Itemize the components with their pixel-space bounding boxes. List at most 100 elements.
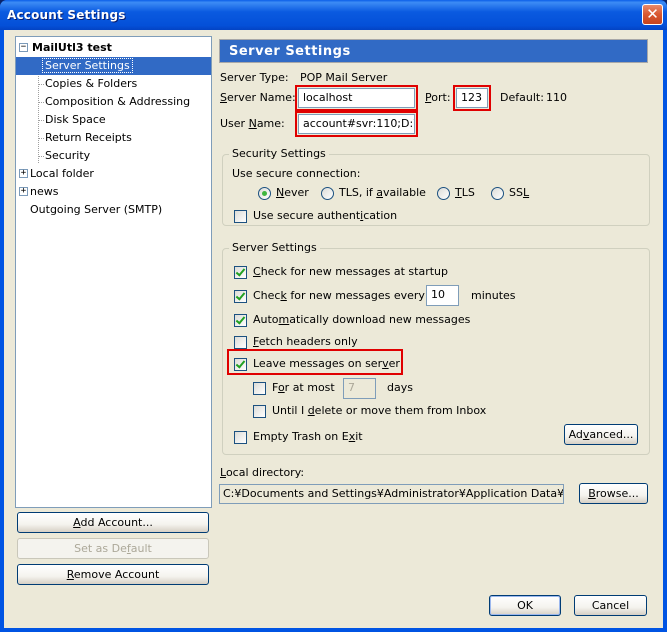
for-at-most-label[interactable]: For at most	[272, 381, 335, 394]
label-text: cation	[363, 209, 398, 222]
label-mnemonic: d	[307, 404, 315, 417]
until-delete-label[interactable]: Until I delete or move them from Inbox	[272, 404, 486, 417]
btn-text: ault	[130, 542, 152, 555]
tree-item-local-folder[interactable]: + Local folder	[18, 165, 96, 183]
user-name-input[interactable]: account#svr:110;D:¥Co	[298, 114, 415, 134]
radio-never[interactable]	[258, 187, 271, 200]
label-text: ort:	[431, 91, 451, 104]
tree-item-label: Disk Space	[45, 113, 106, 126]
btn-text: Ad	[568, 428, 583, 441]
empty-trash-label[interactable]: Empty Trash on Exit	[253, 430, 363, 443]
label-mnemonic: C	[253, 265, 261, 278]
btn-text: anced...	[589, 428, 634, 441]
label-text: ever	[284, 186, 309, 199]
server-name-label: Server Name:	[220, 91, 296, 104]
for-at-most-checkbox[interactable]	[253, 382, 266, 395]
check-every-checkbox[interactable]	[234, 290, 247, 303]
auto-download-checkbox[interactable]	[234, 314, 247, 327]
expand-icon[interactable]: +	[19, 187, 28, 196]
tree-item-label: Local folder	[30, 167, 94, 180]
radio-tls-if-available[interactable]	[321, 187, 334, 200]
btn-text: Set as De	[74, 542, 127, 555]
expand-icon[interactable]: +	[19, 169, 28, 178]
until-delete-checkbox[interactable]	[253, 405, 266, 418]
advanced-button[interactable]: Advanced...	[564, 424, 638, 445]
account-tree[interactable]: − MailUtl3 test Server Settings Copies &…	[15, 36, 212, 508]
check-every-label[interactable]: Check for new messages every	[253, 289, 425, 302]
title-bar[interactable]: Account Settings ✕	[0, 0, 667, 30]
label-text: LS	[461, 186, 475, 199]
label-mnemonic: N	[248, 117, 257, 130]
set-as-default-button[interactable]: Set as Default	[17, 538, 209, 559]
days-input[interactable]: 7	[343, 378, 376, 399]
label-text: Leave messages on ser	[253, 357, 383, 370]
remove-account-button[interactable]: Remove Account	[17, 564, 209, 585]
label-text: Until I	[272, 404, 308, 417]
dialog-client: − MailUtl3 test Server Settings Copies &…	[4, 30, 663, 628]
label-mnemonic: m	[278, 313, 290, 326]
local-directory-label: Local directory:	[220, 466, 304, 479]
check-startup-checkbox[interactable]	[234, 266, 247, 279]
server-type-value: POP Mail Server	[300, 71, 388, 84]
tree-item-server-settings[interactable]: Server Settings	[16, 57, 211, 75]
leave-on-server-label[interactable]: Leave messages on server	[253, 357, 400, 370]
collapse-icon[interactable]: −	[19, 43, 28, 52]
btn-mnemonic: B	[588, 487, 596, 500]
check-interval-input[interactable]: 10	[426, 285, 459, 306]
label-text: vailable	[383, 186, 426, 199]
radio-ssl[interactable]	[491, 187, 504, 200]
add-account-button[interactable]: Add Account...	[17, 512, 209, 533]
server-type-label: Server Type:	[220, 71, 289, 84]
auto-download-label[interactable]: Automatically download new messages	[253, 313, 470, 326]
cancel-button[interactable]: Cancel	[574, 595, 647, 616]
tree-item-label: Security	[45, 149, 91, 162]
local-directory-input[interactable]: C:¥Documents and Settings¥Administrator¥…	[219, 484, 564, 504]
tree-item-label: Server Settings	[42, 58, 133, 73]
label-text: Use secure authent	[253, 209, 361, 222]
tree-item-news[interactable]: + news	[18, 183, 60, 201]
radio-tls-label[interactable]: TLS	[455, 186, 475, 199]
days-label: days	[387, 381, 413, 394]
check-startup-label[interactable]: Check for new messages at startup	[253, 265, 448, 278]
secure-auth-label[interactable]: Use secure authentication	[253, 209, 397, 222]
fetch-headers-label[interactable]: Fetch headers only	[253, 335, 358, 348]
btn-text: emove Account	[73, 568, 160, 581]
label-text: User	[220, 117, 249, 130]
tree-item-outgoing-server[interactable]: Outgoing Server (SMTP)	[28, 201, 164, 219]
account-settings-window: Account Settings ✕ − MailUtl3 test Serve…	[0, 0, 667, 632]
empty-trash-checkbox[interactable]	[234, 431, 247, 444]
tree-item-composition[interactable]: Composition & Addressing	[43, 93, 192, 111]
label-text: Chec	[253, 289, 281, 302]
ok-button[interactable]: OK	[489, 595, 561, 616]
port-input[interactable]: 123	[456, 88, 488, 108]
tree-item-account[interactable]: − MailUtl3 test	[18, 39, 114, 57]
security-settings-title: Security Settings	[229, 147, 329, 160]
label-mnemonic: o	[277, 381, 285, 394]
tree-item-return-receipts[interactable]: Return Receipts	[43, 129, 134, 147]
browse-button[interactable]: Browse...	[579, 483, 648, 504]
label-text: er	[388, 357, 400, 370]
tree-item-copies-folders[interactable]: Copies & Folders	[43, 75, 139, 93]
label-text: Empty Trash on E	[253, 430, 349, 443]
radio-never-label[interactable]: Never	[276, 186, 309, 199]
leave-on-server-checkbox[interactable]	[234, 358, 247, 371]
panel-title: Server Settings	[229, 44, 351, 59]
secure-auth-checkbox[interactable]	[234, 210, 247, 223]
radio-ssl-label[interactable]: SSL	[509, 186, 529, 199]
radio-tls-if-available-label[interactable]: TLS, if available	[339, 186, 426, 199]
label-text: atically download new messages	[289, 313, 471, 326]
tree-item-security[interactable]: Security	[43, 147, 92, 165]
default-port-value: 110	[546, 91, 567, 104]
label-text: etch headers only	[258, 335, 358, 348]
tree-connector	[38, 65, 39, 163]
panel-header: Server Settings	[219, 39, 648, 63]
radio-tls[interactable]	[437, 187, 450, 200]
tree-item-disk-space[interactable]: Disk Space	[43, 111, 108, 129]
close-button[interactable]: ✕	[642, 4, 663, 25]
security-settings-group: Security Settings Use secure connection:…	[222, 147, 650, 226]
port-label: Port:	[425, 91, 451, 104]
fetch-headers-checkbox[interactable]	[234, 336, 247, 349]
server-settings-title: Server Settings	[229, 241, 320, 254]
server-name-input[interactable]: localhost	[298, 88, 415, 108]
user-name-label: User Name:	[220, 117, 285, 130]
